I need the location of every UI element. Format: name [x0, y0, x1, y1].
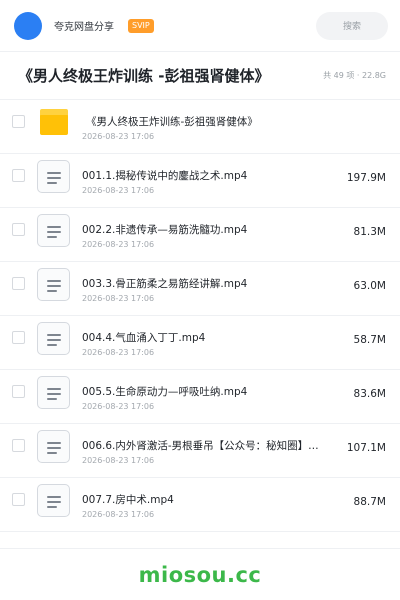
folder-header: 《男人终极王炸训练 -彭祖强肾健体》 共 49 项 · 22.8G [0, 52, 400, 100]
row-checkbox[interactable] [12, 385, 25, 398]
row-checkbox[interactable] [12, 277, 25, 290]
item-date: 2026-08-23 17:06 [82, 186, 155, 195]
item-name: 004.4.气血涌入丁丁.mp4 [82, 332, 206, 344]
footer: miosou.cc [0, 548, 400, 600]
user-name: 夸克网盘分享 [54, 22, 114, 33]
item-name: 001.1.揭秘传说中的鏖战之术.mp4 [82, 170, 248, 182]
item-name: 003.3.骨正筋柔之易筋经讲解.mp4 [82, 278, 248, 290]
document-icon [37, 484, 70, 517]
item-name: 《男人终极王炸训练-彭祖强肾健体》 [86, 116, 258, 128]
item-size: 88.7M [353, 496, 386, 508]
item-name: 006.6.内外肾激活-男根垂吊【公众号：秘知圈】… [82, 440, 319, 452]
item-size: 83.6M [353, 388, 386, 400]
row-checkbox[interactable] [12, 493, 25, 506]
list-item[interactable]: 007.7.房中术.mp4 2026-08-23 17:06 88.7M [0, 478, 400, 532]
row-checkbox[interactable] [12, 331, 25, 344]
item-size: 58.7M [353, 334, 386, 346]
list-item[interactable]: 004.4.气血涌入丁丁.mp4 2026-08-23 17:06 58.7M [0, 316, 400, 370]
row-checkbox[interactable] [12, 115, 25, 128]
row-checkbox[interactable] [12, 169, 25, 182]
item-size: 81.3M [353, 226, 386, 238]
item-date: 2026-08-23 17:06 [82, 132, 155, 141]
list-item[interactable]: 001.1.揭秘传说中的鏖战之术.mp4 2026-08-23 17:06 19… [0, 154, 400, 208]
document-icon [37, 322, 70, 355]
avatar[interactable] [14, 11, 42, 40]
item-name: 005.5.生命原动力—呼吸吐纳.mp4 [82, 386, 248, 398]
folder-icon [40, 109, 68, 135]
list-item[interactable]: 002.2.非遗传承—易筋洗髓功.mp4 2026-08-23 17:06 81… [0, 208, 400, 262]
list-item[interactable]: 005.5.生命原动力—呼吸吐纳.mp4 2026-08-23 17:06 83… [0, 370, 400, 424]
item-date: 2026-08-23 17:06 [82, 510, 155, 519]
item-date: 2026-08-23 17:06 [82, 294, 155, 303]
list-item[interactable]: 006.6.内外肾激活-男根垂吊【公众号：秘知圈】… 2026-08-23 17… [0, 424, 400, 478]
item-size: 197.9M [346, 172, 386, 184]
row-checkbox[interactable] [12, 223, 25, 236]
list-item[interactable]: 003.3.骨正筋柔之易筋经讲解.mp4 2026-08-23 17:06 63… [0, 262, 400, 316]
page-title: 《男人终极王炸训练 -彭祖强肾健体》 [18, 67, 270, 85]
item-date: 2026-08-23 17:06 [82, 402, 155, 411]
item-date: 2026-08-23 17:06 [82, 456, 155, 465]
search-button[interactable]: 搜索 [316, 11, 388, 40]
watermark: miosou.cc [138, 562, 262, 587]
row-checkbox[interactable] [12, 439, 25, 452]
list-item[interactable]: 《男人终极王炸训练-彭祖强肾健体》 2026-08-23 17:06 [0, 100, 400, 154]
item-name: 002.2.非遗传承—易筋洗髓功.mp4 [82, 224, 248, 236]
file-list: 《男人终极王炸训练-彭祖强肾健体》 2026-08-23 17:06 001.1… [0, 100, 400, 532]
item-date: 2026-08-23 17:06 [82, 348, 155, 357]
document-icon [37, 376, 70, 409]
item-name: 007.7.房中术.mp4 [82, 494, 174, 506]
item-size: 63.0M [353, 280, 386, 292]
top-bar: 夸克网盘分享 SVIP 搜索 [0, 0, 400, 52]
folder-meta: 共 49 项 · 22.8G [323, 71, 386, 80]
document-icon [37, 214, 70, 247]
document-icon [37, 268, 70, 301]
document-icon [37, 160, 70, 193]
search-label: 搜索 [342, 22, 361, 32]
svip-badge: SVIP [128, 18, 154, 33]
item-date: 2026-08-23 17:06 [82, 240, 155, 249]
item-size: 107.1M [346, 442, 386, 454]
document-icon [37, 430, 70, 463]
